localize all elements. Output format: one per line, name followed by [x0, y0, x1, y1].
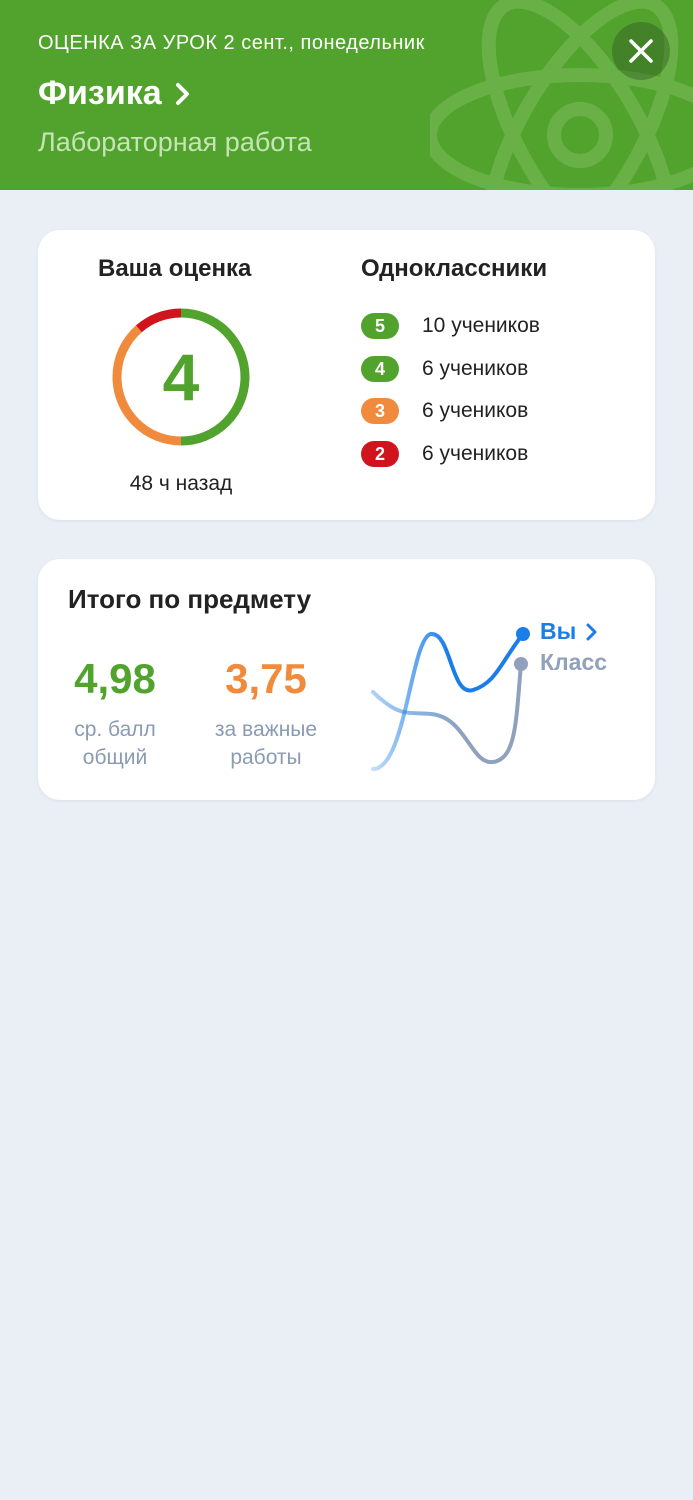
overall-average-value: 4,98: [74, 655, 156, 702]
student-count: 10 учеников: [422, 314, 540, 337]
subject-link[interactable]: Физика: [38, 74, 192, 113]
grade-distribution-row: 3 6 учеников: [361, 398, 528, 424]
you-trend-point: [516, 627, 530, 641]
your-grade-value: 4: [162, 340, 200, 414]
subject-summary-card[interactable]: Итого по предмету 4,98 ср. балл общий 3,…: [38, 559, 655, 800]
legend-you-link[interactable]: Вы: [540, 618, 598, 645]
overall-average-label: ср. балл общий: [74, 718, 156, 769]
lesson-header: ОЦЕНКА ЗА УРОК 2 сент., понедельник Физи…: [0, 0, 693, 190]
student-count: 6 учеников: [422, 442, 529, 465]
legend-class-label: Класс: [540, 649, 608, 675]
trend-sparkline: [371, 627, 530, 771]
legend-you-label: Вы: [540, 618, 577, 644]
grade-time-ago: 48 ч назад: [129, 472, 233, 495]
close-button[interactable]: [612, 22, 670, 80]
work-type: Лабораторная работа: [38, 127, 312, 157]
grade-badge: 4: [361, 356, 399, 382]
subject-title: Физика: [38, 74, 162, 112]
student-count: 6 учеников: [422, 399, 529, 422]
lesson-date-overline: ОЦЕНКА ЗА УРОК 2 сент., понедельник: [38, 32, 425, 54]
important-average-value: 3,75: [225, 655, 307, 702]
chevron-right-icon: [586, 623, 597, 640]
grade-badge: 5: [361, 313, 399, 339]
class-trend-point: [514, 657, 528, 671]
your-grade-title: Ваша оценка: [98, 255, 252, 282]
grade-distribution-row: 2 6 учеников: [361, 441, 528, 467]
chevron-right-icon: [175, 82, 189, 105]
student-count: 6 учеников: [422, 357, 529, 380]
grade-distribution-row: 5 10 учеников: [361, 313, 540, 339]
important-average-label: за важные работы: [214, 718, 318, 769]
close-icon: [629, 39, 653, 63]
grade-distribution-row: 4 6 учеников: [361, 356, 528, 382]
classmates-title: Одноклассники: [361, 255, 548, 282]
summary-title: Итого по предмету: [68, 584, 312, 614]
grade-card: Ваша оценка 4 48 ч назад Одноклассники 5…: [38, 230, 655, 520]
you-trend-line: [371, 632, 525, 771]
grade-badge: 2: [361, 441, 399, 467]
grade-badge: 3: [361, 398, 399, 424]
